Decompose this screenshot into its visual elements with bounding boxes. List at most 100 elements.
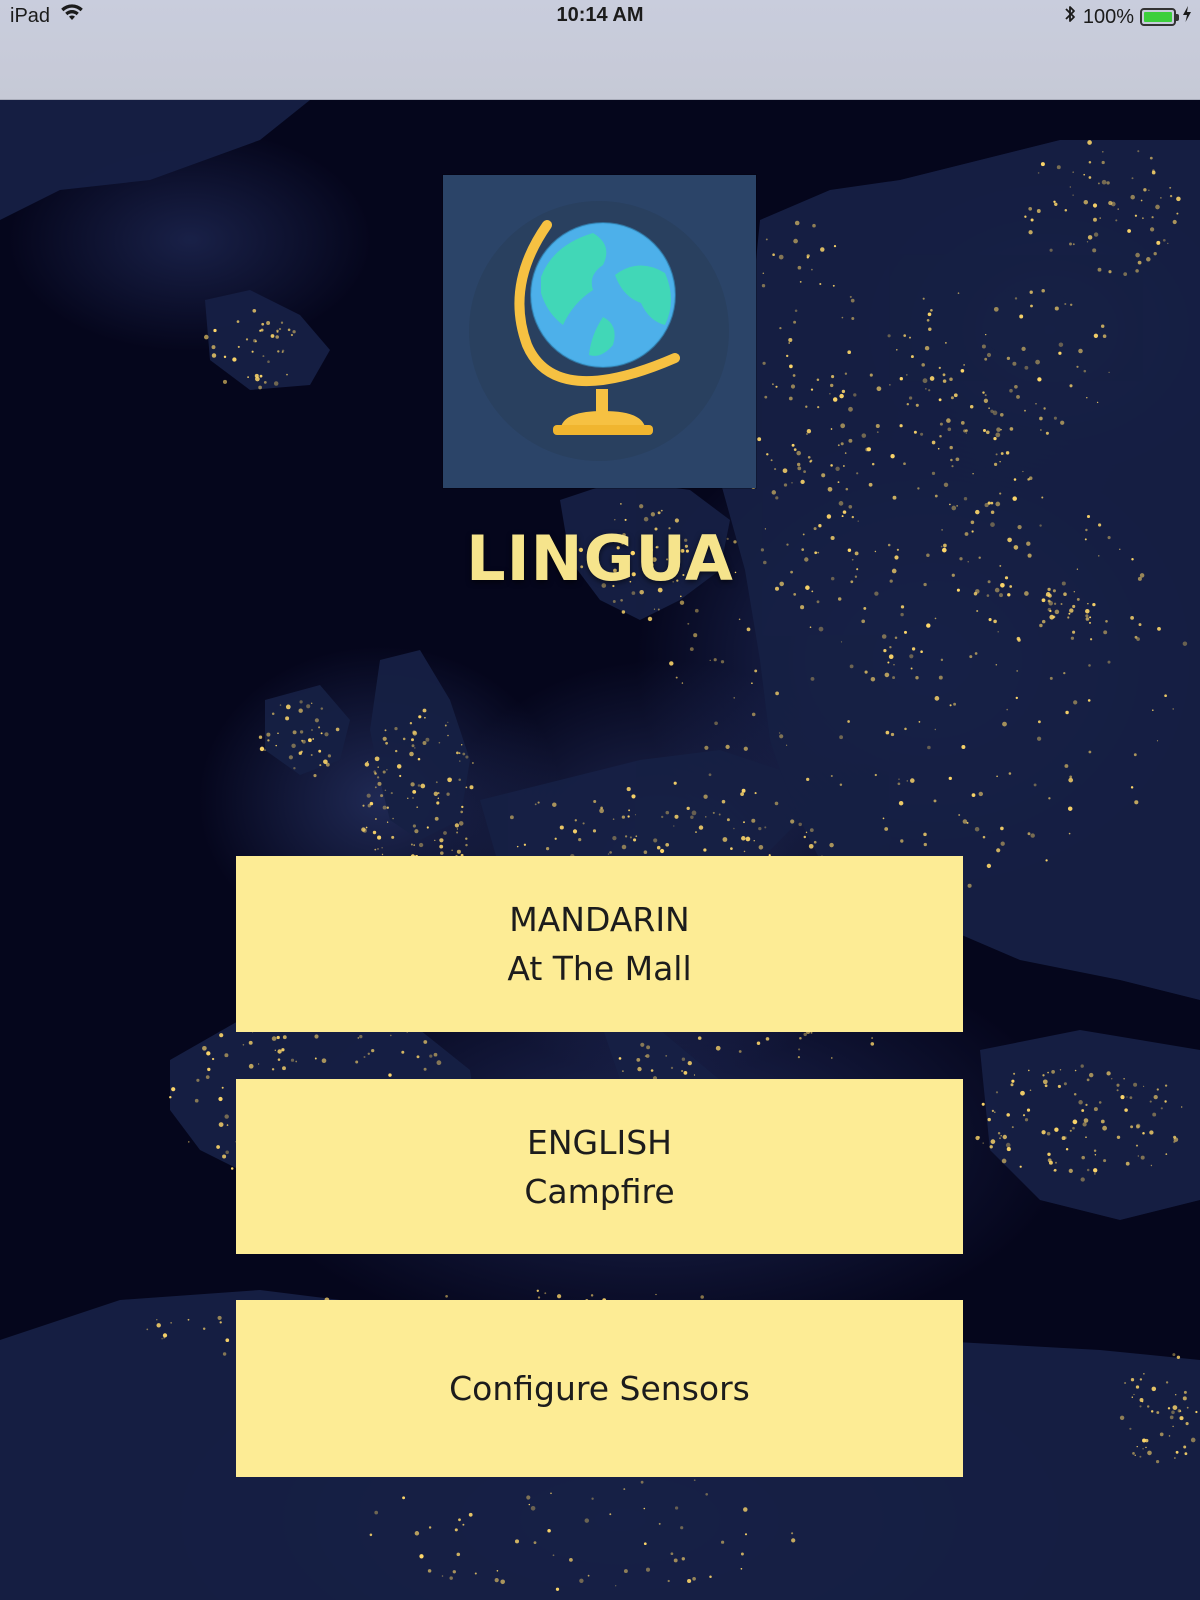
city-light: [443, 831, 447, 835]
city-light: [188, 1141, 190, 1143]
city-light: [646, 1045, 651, 1050]
city-light: [292, 330, 296, 334]
city-light: [797, 462, 801, 467]
button-scenario-label: Campfire: [524, 1171, 675, 1211]
city-light: [890, 732, 895, 737]
city-light: [1026, 1108, 1031, 1112]
city-light: [446, 792, 450, 796]
city-light: [456, 1552, 461, 1557]
city-light: [827, 486, 833, 492]
city-light: [951, 465, 954, 468]
city-light: [673, 1558, 678, 1563]
city-light: [382, 805, 387, 810]
city-light: [257, 1063, 260, 1065]
city-light: [1027, 832, 1031, 836]
city-light: [248, 1063, 254, 1069]
city-light: [211, 353, 217, 358]
city-light: [938, 366, 941, 370]
city-light: [377, 766, 379, 768]
city-light: [1146, 1405, 1150, 1408]
city-light: [960, 421, 965, 425]
city-light: [1039, 623, 1043, 628]
city-light: [803, 470, 806, 473]
city-light: [454, 823, 460, 828]
city-light: [927, 312, 932, 317]
english-campfire-button[interactable]: ENGLISH Campfire: [236, 1079, 963, 1254]
city-light: [1093, 217, 1097, 222]
city-light: [377, 781, 382, 786]
city-light: [1053, 416, 1057, 420]
city-light: [965, 429, 968, 432]
city-light: [893, 664, 895, 666]
city-light: [1106, 181, 1110, 185]
city-light: [999, 1137, 1001, 1140]
city-light: [1011, 1079, 1015, 1083]
city-light: [282, 1035, 287, 1040]
city-light: [323, 759, 328, 765]
city-light: [981, 344, 986, 349]
city-light: [874, 773, 877, 777]
city-light: [937, 447, 940, 450]
city-light: [1139, 1378, 1143, 1381]
mandarin-at-the-mall-button[interactable]: MANDARIN At The Mall: [236, 856, 963, 1032]
city-light: [751, 712, 756, 717]
battery-percent: 100%: [1082, 5, 1134, 28]
city-light: [690, 815, 694, 820]
city-light: [1012, 361, 1017, 366]
city-light: [949, 704, 952, 707]
city-light: [1149, 227, 1155, 232]
city-light: [643, 1542, 647, 1546]
city-light: [1024, 409, 1026, 412]
city-light: [1134, 214, 1138, 217]
configure-sensors-button[interactable]: Configure Sensors: [236, 1300, 963, 1477]
city-light: [933, 799, 937, 803]
city-light: [412, 730, 417, 735]
city-light: [847, 720, 850, 723]
city-light: [934, 696, 940, 701]
city-light: [609, 851, 612, 854]
city-light: [840, 423, 846, 429]
city-light: [720, 1540, 725, 1544]
city-light: [938, 398, 942, 402]
city-light: [714, 721, 718, 726]
city-light: [321, 1058, 327, 1064]
city-light: [687, 1060, 692, 1066]
city-light: [434, 839, 436, 842]
city-light: [1142, 1131, 1145, 1135]
city-light: [1087, 140, 1092, 145]
city-light: [225, 1338, 230, 1343]
city-light: [1172, 1425, 1174, 1428]
city-light: [434, 816, 439, 821]
city-light: [670, 1066, 674, 1070]
city-light: [961, 745, 966, 749]
city-light: [918, 721, 921, 723]
city-light: [1116, 1083, 1120, 1087]
city-light: [692, 1576, 696, 1581]
city-light: [219, 1033, 224, 1038]
city-light: [1047, 599, 1051, 603]
city-light: [311, 729, 313, 731]
city-light: [1006, 708, 1009, 711]
city-light: [869, 373, 873, 377]
city-light: [1132, 1452, 1135, 1455]
city-light: [730, 847, 733, 850]
city-light: [818, 626, 824, 632]
city-light: [950, 396, 954, 400]
city-light: [1088, 160, 1092, 164]
city-light: [667, 1579, 670, 1583]
city-light: [946, 418, 951, 423]
city-light: [621, 610, 626, 614]
city-light: [254, 340, 257, 343]
city-light: [1148, 189, 1150, 191]
city-light: [797, 466, 802, 471]
city-light: [547, 1529, 551, 1533]
city-light: [960, 368, 965, 373]
city-light: [875, 423, 880, 429]
city-light: [469, 785, 474, 790]
city-light: [788, 342, 791, 344]
city-light: [1049, 248, 1053, 252]
city-light: [1053, 200, 1056, 204]
city-light: [1069, 775, 1073, 779]
city-light: [1086, 514, 1091, 519]
city-light: [890, 454, 895, 459]
